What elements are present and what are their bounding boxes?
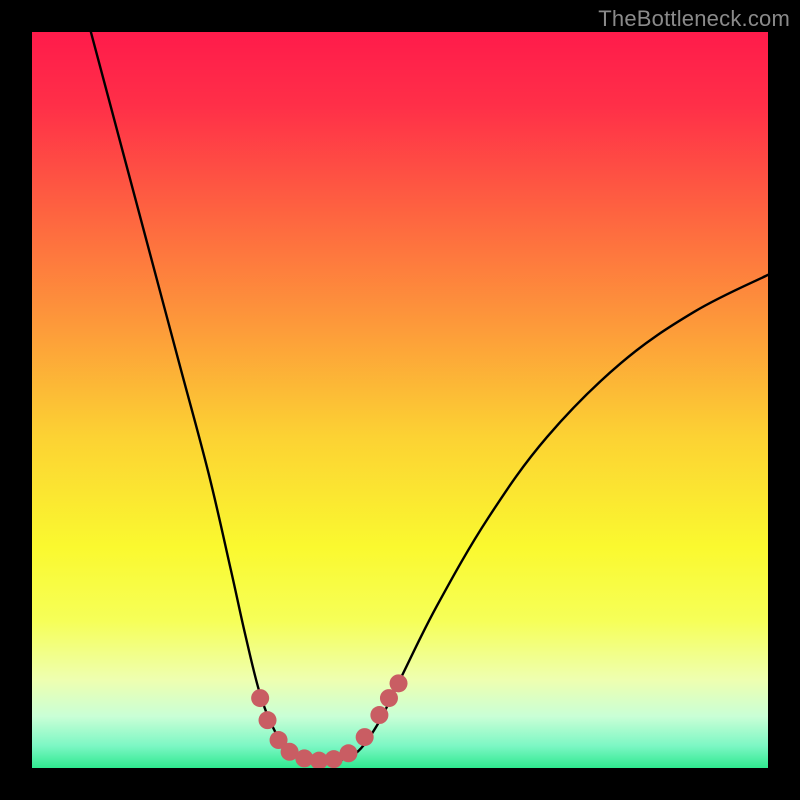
marker-dot	[390, 674, 408, 692]
marker-dot	[370, 706, 388, 724]
marker-dot	[356, 728, 374, 746]
watermark-text: TheBottleneck.com	[598, 6, 790, 32]
marker-dot	[380, 689, 398, 707]
gradient-background	[32, 32, 768, 768]
plot-area	[32, 32, 768, 768]
marker-dot	[251, 689, 269, 707]
marker-dot	[259, 711, 277, 729]
marker-dot	[339, 744, 357, 762]
chart-frame: TheBottleneck.com	[0, 0, 800, 800]
bottleneck-chart	[32, 32, 768, 768]
